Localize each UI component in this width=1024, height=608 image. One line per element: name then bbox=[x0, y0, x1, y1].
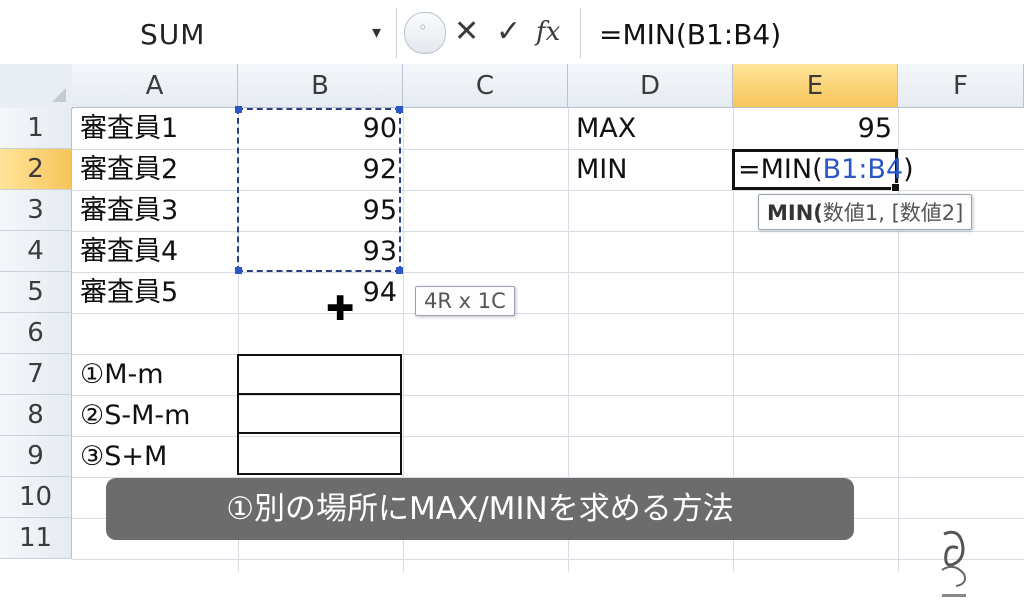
formula-buttons: ◦ ✕ ✓ fx bbox=[404, 10, 574, 54]
row-header-10[interactable]: 10 bbox=[0, 477, 72, 518]
cell-a5[interactable]: 審査員5 bbox=[72, 272, 238, 313]
column-header-c[interactable]: C bbox=[403, 64, 568, 108]
name-box[interactable]: SUM ▾ bbox=[0, 8, 397, 58]
row-header-4[interactable]: 4 bbox=[0, 231, 72, 272]
cell-a7[interactable]: ①M-m bbox=[72, 354, 238, 395]
cell-e1[interactable]: 95 bbox=[733, 108, 898, 149]
select-all-button[interactable] bbox=[0, 64, 73, 109]
cell-b8[interactable] bbox=[237, 393, 402, 434]
cell-a9[interactable]: ③S+M bbox=[72, 436, 238, 477]
column-header-f[interactable]: F bbox=[898, 64, 1024, 108]
brand-logo-icon bbox=[941, 530, 966, 597]
formula-text[interactable]: =MIN(B1:B4) bbox=[599, 18, 781, 51]
cell-a4[interactable]: 審査員4 bbox=[72, 231, 238, 272]
row-header-5[interactable]: 5 bbox=[0, 272, 72, 313]
column-header-d[interactable]: D bbox=[568, 64, 733, 108]
selection-size-tooltip: 4R x 1C bbox=[415, 286, 515, 316]
move-cursor-icon: ✚ bbox=[326, 289, 355, 329]
range-handle[interactable] bbox=[235, 106, 242, 113]
reference-range-marquee bbox=[235, 106, 403, 274]
column-header-e[interactable]: E bbox=[733, 64, 898, 108]
name-box-text[interactable]: SUM bbox=[140, 18, 205, 51]
range-handle[interactable] bbox=[396, 106, 403, 113]
cell-d2[interactable]: MIN bbox=[568, 149, 734, 190]
range-handle[interactable] bbox=[396, 267, 403, 274]
enter-icon[interactable]: ✓ bbox=[496, 12, 521, 52]
dropdown-arrow-icon[interactable]: ▾ bbox=[372, 22, 381, 43]
row-header-1[interactable]: 1 bbox=[0, 108, 72, 149]
grip-icon: ◦ bbox=[418, 18, 428, 37]
row-header-11[interactable]: 11 bbox=[0, 518, 72, 559]
range-handle[interactable] bbox=[235, 267, 242, 274]
row-header-2[interactable]: 2 bbox=[0, 149, 72, 190]
edit-prefix: =MIN( bbox=[738, 154, 823, 185]
row-header-8[interactable]: 8 bbox=[0, 395, 72, 436]
cell-d1[interactable]: MAX bbox=[568, 108, 734, 149]
cell-a1[interactable]: 審査員1 bbox=[72, 108, 238, 149]
tooltip-function-name[interactable]: MIN( bbox=[767, 201, 823, 225]
function-icon[interactable]: fx bbox=[536, 12, 560, 52]
edit-suffix: ) bbox=[903, 154, 914, 185]
gridline bbox=[72, 559, 1024, 560]
edit-reference: B1:B4 bbox=[822, 154, 904, 185]
row-header-7[interactable]: 7 bbox=[0, 354, 72, 395]
row-header-6[interactable]: 6 bbox=[0, 313, 72, 354]
function-argument-tooltip[interactable]: MIN(数値1, [数値2] bbox=[758, 194, 973, 230]
formula-input[interactable]: =MIN(B1:B4) bbox=[580, 8, 1024, 58]
expand-handle[interactable]: ◦ bbox=[404, 12, 446, 54]
cancel-icon[interactable]: ✕ bbox=[454, 12, 479, 52]
gridline bbox=[72, 313, 1024, 314]
video-caption: ①別の場所にMAX/MINを求める方法 bbox=[106, 478, 854, 540]
cell-a3[interactable]: 審査員3 bbox=[72, 190, 238, 231]
cell-a2[interactable]: 審査員2 bbox=[72, 149, 238, 190]
row-header-3[interactable]: 3 bbox=[0, 190, 72, 231]
column-header-a[interactable]: A bbox=[72, 64, 238, 108]
column-header-b[interactable]: B bbox=[238, 64, 403, 108]
cell-b7[interactable] bbox=[237, 354, 402, 395]
cell-b9[interactable] bbox=[237, 432, 402, 475]
cell-edit-formula[interactable]: =MIN(B1:B4) bbox=[738, 151, 914, 188]
formula-bar: SUM ▾ ◦ ✕ ✓ fx =MIN(B1:B4) bbox=[0, 0, 1024, 65]
row-header-9[interactable]: 9 bbox=[0, 436, 72, 477]
tooltip-function-args: 数値1, [数値2] bbox=[822, 201, 964, 225]
cell-b5[interactable]: 94 bbox=[238, 272, 403, 313]
cell-a8[interactable]: ②S-M-m bbox=[72, 395, 238, 436]
